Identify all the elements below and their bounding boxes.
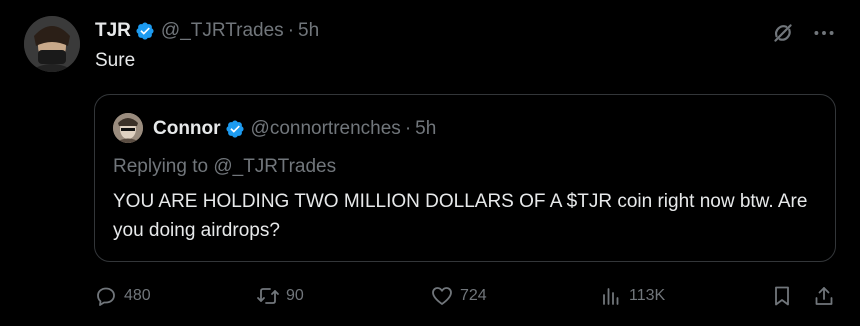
tweet-timestamp[interactable]: 5h <box>298 20 319 42</box>
share-icon <box>815 287 833 305</box>
like-count: 724 <box>460 287 487 304</box>
reply-icon <box>97 287 115 306</box>
author-avatar[interactable] <box>24 16 80 72</box>
more-icon[interactable] <box>811 20 837 46</box>
verified-badge-icon <box>136 22 154 40</box>
repost-count: 90 <box>286 287 304 304</box>
verified-badge-icon <box>226 120 244 138</box>
replying-to-prefix: Replying to <box>113 156 214 177</box>
bookmark-icon <box>775 286 789 306</box>
quoted-author-avatar[interactable] <box>113 113 143 143</box>
repost-button[interactable]: 90 <box>256 282 304 310</box>
like-button[interactable]: 724 <box>430 282 487 310</box>
quoted-tweet-header: Connor @connortrenches · 5h <box>153 117 436 141</box>
quoted-tweet-timestamp[interactable]: 5h <box>415 118 436 140</box>
tweet-text: Sure <box>95 50 136 71</box>
tweet-header: TJR @_TJRTrades · 5h <box>95 19 319 43</box>
author-name[interactable]: TJR <box>95 20 131 42</box>
view-count: 113K <box>629 287 666 304</box>
views-icon <box>603 288 619 305</box>
quoted-tweet-text: YOU ARE HOLDING TWO MILLION DOLLARS OF A… <box>113 191 808 241</box>
replying-to-mention[interactable]: @_TJRTrades <box>213 156 336 177</box>
heart-icon <box>432 287 452 305</box>
replying-to-line: Replying to @_TJRTrades <box>113 156 336 178</box>
grok-icon[interactable] <box>770 20 796 46</box>
reply-count: 480 <box>124 287 151 304</box>
share-button[interactable] <box>812 282 836 310</box>
separator-dot: · <box>404 118 412 139</box>
quoted-tweet[interactable]: Connor @connortrenches · 5h Replying to … <box>94 94 836 262</box>
quoted-author-name[interactable]: Connor <box>153 118 221 140</box>
author-handle[interactable]: @_TJRTrades <box>161 20 284 42</box>
tweet-actions: 480 90 724 113K <box>94 282 840 310</box>
separator-dot: · <box>287 20 295 41</box>
reply-button[interactable]: 480 <box>94 282 151 310</box>
repost-icon <box>257 288 279 304</box>
quoted-author-handle[interactable]: @connortrenches <box>251 118 401 140</box>
views-button[interactable]: 113K <box>599 282 665 310</box>
bookmark-button[interactable] <box>770 282 794 310</box>
